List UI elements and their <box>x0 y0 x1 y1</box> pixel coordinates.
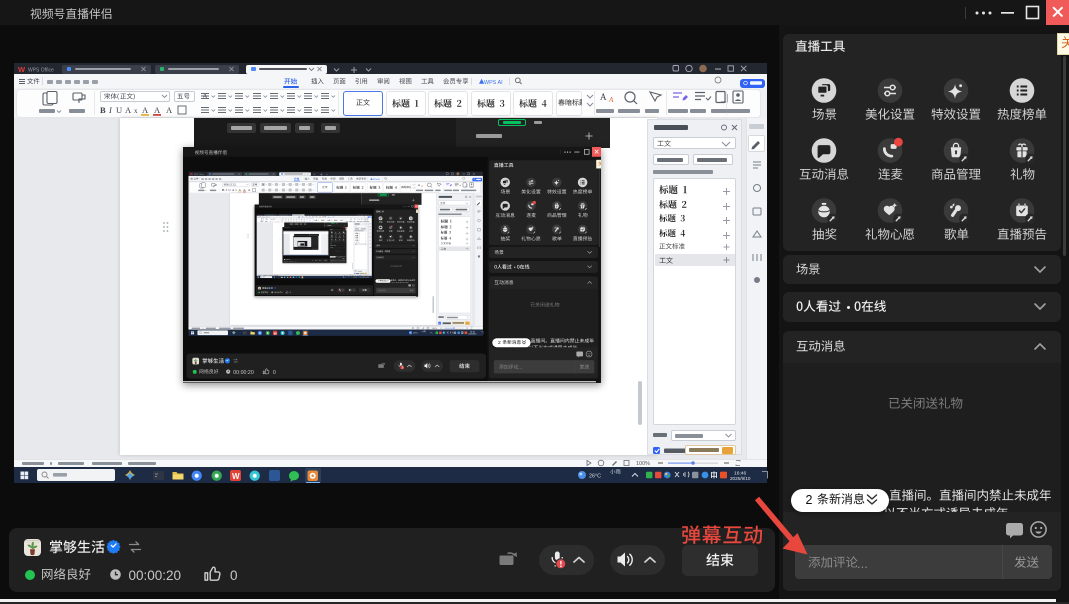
svg-text:WPS AI: WPS AI <box>372 178 380 181</box>
svg-text:U: U <box>228 188 231 192</box>
svg-text:A: A <box>154 105 161 115</box>
svg-text:2025/9/10: 2025/9/10 <box>730 476 751 481</box>
svg-text:I: I <box>224 188 227 192</box>
svg-text:26°C: 26°C <box>413 333 418 335</box>
svg-text:W: W <box>232 472 240 481</box>
svg-text:A: A <box>142 105 149 115</box>
svg-text:B: B <box>222 188 225 192</box>
svg-text:x: x <box>235 189 237 192</box>
svg-text:W: W <box>273 331 276 335</box>
svg-text:A: A <box>125 105 132 115</box>
svg-text:A: A <box>608 96 614 104</box>
svg-text:2025/9/10: 2025/9/10 <box>365 277 369 279</box>
svg-text:WPS AI: WPS AI <box>484 80 503 86</box>
svg-text:26°C: 26°C <box>589 474 601 480</box>
svg-text:A: A <box>417 183 420 187</box>
svg-text:A: A <box>600 92 607 102</box>
svg-text:WPS Office: WPS Office <box>28 67 54 73</box>
svg-text:I: I <box>108 105 113 115</box>
svg-text:U: U <box>116 105 122 115</box>
svg-text:x: x <box>134 107 138 115</box>
svg-text:A: A <box>231 188 234 192</box>
svg-text:26°C: 26°C <box>344 276 346 278</box>
svg-text:W: W <box>289 277 291 279</box>
svg-text:B: B <box>100 105 106 115</box>
svg-text:W: W <box>18 65 26 74</box>
svg-text:A: A <box>247 188 250 192</box>
svg-text:2025/9/10: 2025/9/10 <box>468 334 476 336</box>
svg-text:A: A <box>166 105 173 115</box>
